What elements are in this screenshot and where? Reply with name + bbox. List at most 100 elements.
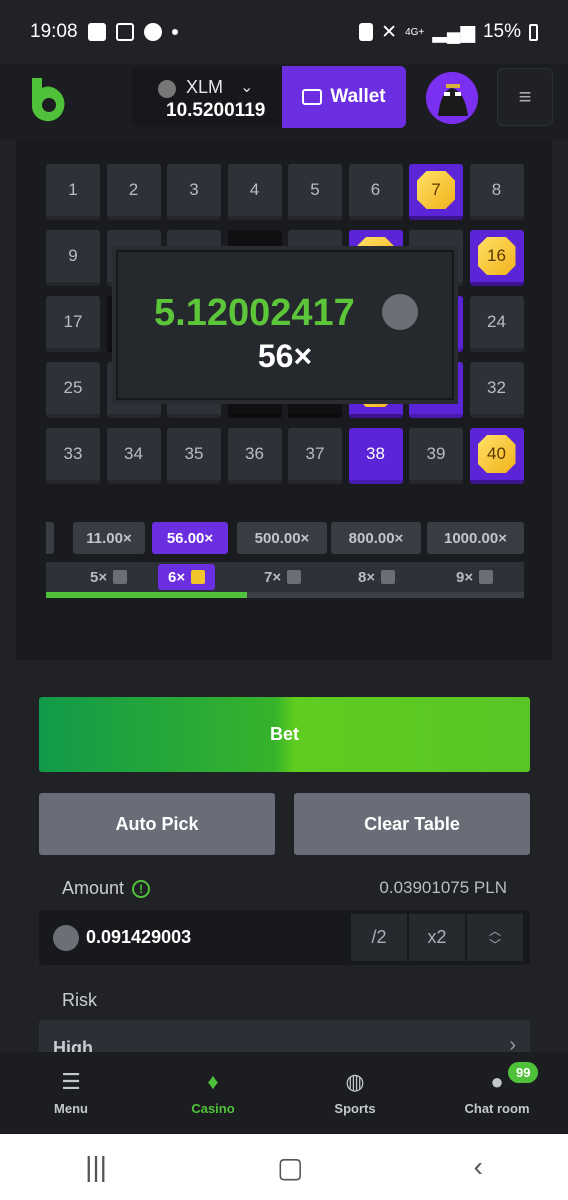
status-time: 19:08 [30,21,78,42]
bet-panel: Bet Auto Pick Clear Table Amount ! 0.039… [16,660,552,1060]
gem-icon [287,570,302,584]
half-button[interactable]: /2 [351,914,407,961]
gem-count-label: 9× [456,568,474,586]
bet-button[interactable]: Bet [39,697,530,772]
gem-count-label: 6× [168,568,186,586]
xlm-coin-icon [382,294,418,330]
gem-count-chip: 6× [158,564,216,590]
gem-count-chip: 8× [358,564,396,590]
win-multiplier: 56× [257,338,313,374]
gem-count-label: 7× [264,568,282,586]
bc-logo-icon[interactable] [28,76,68,122]
grid-tile[interactable]: 25 [46,362,100,418]
grid-tile[interactable]: 6 [348,164,403,220]
nav-menu[interactable]: ☰ Menu [0,1052,142,1134]
gem-icon: 16 [477,237,516,275]
wallet-icon [302,89,323,105]
nav-menu-label: Menu [54,1100,88,1116]
auto-pick-button[interactable]: Auto Pick [39,793,275,855]
network-type: 4G+ [405,26,425,38]
wallet-button[interactable]: Wallet [282,66,406,128]
progress-bar [46,592,524,598]
amount-field[interactable]: 0.091429003 /2 x2 ︿ ﹀ [39,910,530,965]
risk-label: Risk [62,990,97,1010]
grid-tile[interactable]: 38 [348,428,403,484]
amount-label-row: Amount ! [62,878,151,899]
chat-bubble-icon: ● [490,1068,504,1094]
double-button[interactable]: x2 [409,914,465,961]
grid-tile[interactable]: 8 [469,164,524,220]
nav-sports-label: Sports [334,1100,376,1116]
gem-count-chip: 7× [264,564,302,590]
grid-tile[interactable]: 17 [46,296,100,352]
app-notification-icon [115,23,134,41]
xlm-coin-icon [158,80,176,98]
gem-count-label: 5× [90,568,108,586]
chevron-down-icon: ﹀ [488,937,501,952]
multiplier-chip: × [46,522,54,554]
multiplier-chip: 500.00× [237,522,327,554]
gem-icon [113,570,128,584]
xlm-coin-icon [53,925,79,951]
amount-fiat-value: 0.03901075 PLN [379,878,507,897]
game-area: 1 2 3 4 5 6 7 8 9 16 17 24 25 32 33 34 35 36 37 38 39 40 5.12… [16,140,552,680]
grid-tile[interactable]: 32 [469,362,524,418]
chevron-up-icon: ︿ [488,923,501,938]
grid-tile[interactable]: 16 [469,230,524,286]
grid-tile[interactable]: 40 [469,428,524,484]
grid-tile[interactable]: 35 [167,428,221,484]
system-nav-bar: ||| ▢ ‹ [0,1134,568,1200]
clear-table-button[interactable]: Clear Table [294,793,530,855]
grid-tile[interactable]: 36 [227,428,282,484]
amount-value[interactable]: 0.091429003 [86,927,191,948]
grid-tile[interactable]: 4 [227,164,282,220]
gem-count-chip: 9× [456,564,494,590]
recent-apps-icon[interactable]: ||| [85,1151,107,1183]
multiplier-row: × 11.00×56.00× 500.00×800.00×1000.00× [46,522,524,556]
currency-selector[interactable]: XLM ⌄ 10.5200119 [132,67,284,127]
grid-tile[interactable]: 1 [46,164,100,220]
nav-sports[interactable]: ◍ Sports [284,1052,426,1134]
side-menu-button[interactable]: ≡ [497,68,553,126]
chevron-down-icon: ⌄ [240,79,254,96]
grid-tile[interactable]: 3 [167,164,221,220]
battery-level: 15% [482,21,521,42]
gem-icon [381,570,396,584]
wallet-label: Wallet [330,86,386,107]
nav-chat-label: Chat room [464,1100,530,1116]
grid-tile[interactable]: 39 [409,428,463,484]
back-icon[interactable]: ‹ [474,1151,483,1183]
gem-icon [479,570,494,584]
multiplier-chip: 56.00× [152,522,228,554]
chat-badge: 99 [508,1062,539,1083]
grid-tile[interactable]: 34 [106,428,161,484]
multiplier-chip: 11.00× [73,522,145,554]
signal-icon: ▂▄▆ [432,21,475,43]
mute-icon: ✕ [381,21,398,43]
amount-label: Amount [62,878,125,898]
home-icon[interactable]: ▢ [277,1151,303,1184]
info-icon[interactable]: ! [132,879,151,898]
nav-chat[interactable]: ● Chat room 99 [426,1052,568,1134]
grid-tile[interactable]: 9 [46,230,100,286]
win-amount: 5.12002417 [154,292,355,334]
status-bar: 19:08 ✕ 4G+ ▂▄▆ 15% [0,0,568,64]
currency-name: XLM [186,77,224,97]
grid-tile[interactable]: 33 [46,428,100,484]
grid-tile[interactable]: 2 [106,164,161,220]
hamburger-icon: ≡ [518,84,532,109]
grid-tile[interactable]: 5 [288,164,342,220]
grid-tile[interactable]: 7 [409,164,463,220]
nav-casino[interactable]: ♦ Casino [142,1052,284,1134]
menu-icon: ☰ [61,1068,81,1094]
messenger-icon [143,23,162,41]
more-notifications-icon [171,29,178,35]
gem-count-row: 5× 6× 7× 8× 9× [46,562,524,592]
stepper-button[interactable]: ︿ ﹀ [467,914,523,961]
gem-icon: 40 [477,435,516,473]
grid-tile[interactable]: 37 [288,428,342,484]
casino-card-icon: ♦ [207,1068,219,1094]
grid-tile[interactable]: 24 [469,296,524,352]
basketball-icon: ◍ [345,1068,365,1094]
avatar[interactable] [426,72,478,124]
